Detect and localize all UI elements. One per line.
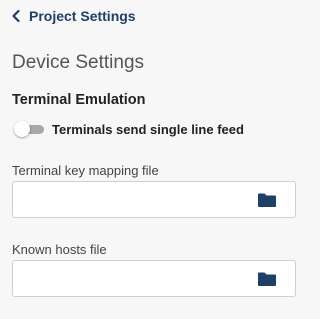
known-hosts-file-input[interactable] [21, 269, 250, 290]
folder-icon[interactable] [257, 271, 277, 287]
key-mapping-file-input[interactable] [21, 190, 250, 211]
back-to-project-settings-link[interactable]: Project Settings [11, 6, 136, 26]
chevron-left-icon [12, 9, 20, 23]
key-mapping-file-field [12, 181, 296, 218]
key-mapping-file-label: Terminal key mapping file [12, 163, 159, 178]
single-line-feed-toggle[interactable] [14, 121, 44, 137]
folder-icon[interactable] [257, 192, 277, 208]
known-hosts-file-label: Known hosts file [12, 242, 107, 257]
back-link-label: Project Settings [29, 8, 136, 24]
single-line-feed-label: Terminals send single line feed [52, 121, 244, 137]
toggle-thumb [14, 121, 30, 137]
page-title: Device Settings [12, 52, 145, 73]
single-line-feed-setting: Terminals send single line feed [14, 121, 244, 137]
known-hosts-file-field [12, 260, 296, 297]
terminal-emulation-heading: Terminal Emulation [12, 92, 146, 108]
